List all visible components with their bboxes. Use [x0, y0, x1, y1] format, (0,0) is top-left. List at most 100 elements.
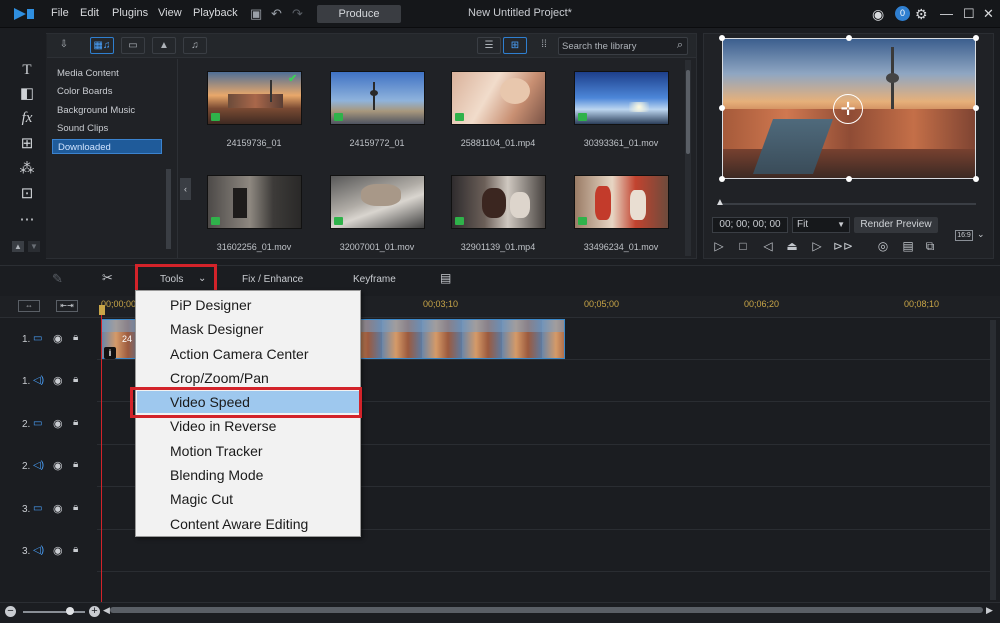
effect-room-icon[interactable]: fx — [18, 109, 36, 127]
minimize-icon[interactable]: — — [940, 6, 953, 22]
category-background-music[interactable]: Background Music — [52, 103, 162, 118]
menu-item-crop-zoom-pan[interactable]: Crop/Zoom/Pan — [137, 367, 359, 389]
fix-enhance-button[interactable]: Fix / Enhance — [242, 274, 303, 285]
eye-icon[interactable]: ◉ — [53, 332, 63, 345]
previous-frame-icon[interactable]: ◁ — [760, 239, 776, 253]
timecode-display[interactable]: 00; 00; 00; 00 — [712, 217, 788, 233]
grid-view-icon[interactable]: ⊞ — [503, 37, 527, 54]
menu-item-action-camera-center[interactable]: Action Camera Center — [137, 343, 359, 365]
audio-filter-icon[interactable]: ♫ — [183, 37, 207, 54]
aspect-ratio-button[interactable]: 16:9 — [955, 230, 973, 241]
notification-icon[interactable]: 0 — [895, 6, 910, 21]
media-thumbnail[interactable] — [207, 175, 302, 229]
tools-menu-highlight[interactable] — [135, 264, 217, 293]
more-options-icon[interactable]: ⁞⁞ — [532, 37, 556, 54]
lock-icon[interactable]: 🔒︎ — [73, 374, 78, 385]
category-downloaded[interactable]: Downloaded — [52, 139, 162, 154]
resize-handle[interactable] — [973, 105, 979, 111]
search-input[interactable]: Search the library ⌕ — [558, 37, 688, 55]
resize-handle[interactable] — [719, 35, 725, 41]
chevron-down-icon[interactable]: ▼ — [28, 241, 40, 252]
video-filter-icon[interactable]: ▭ — [121, 37, 145, 54]
eye-icon[interactable]: ◉ — [53, 374, 63, 387]
category-scrollbar[interactable] — [166, 169, 171, 249]
pen-icon[interactable]: ✎ — [52, 271, 63, 287]
lock-icon[interactable]: 🔒︎ — [73, 459, 78, 470]
media-thumbnail[interactable] — [574, 71, 669, 125]
particle-room-icon[interactable]: ⁂ — [18, 160, 36, 178]
timeline-horizontal-scrollbar[interactable] — [110, 607, 983, 613]
menu-plugins[interactable]: Plugins — [112, 7, 148, 19]
zoom-slider[interactable] — [23, 611, 85, 613]
account-icon[interactable]: ◉ — [872, 6, 884, 22]
media-thumbnail[interactable] — [451, 71, 546, 125]
search-icon[interactable]: ⌕ — [677, 39, 683, 52]
media-thumbnail[interactable] — [330, 71, 425, 125]
library-scrollbar-thumb[interactable] — [686, 70, 690, 154]
image-filter-icon[interactable]: ▲ — [152, 37, 176, 54]
next-frame-icon[interactable]: ▷ — [809, 239, 825, 253]
menu-item-motion-tracker[interactable]: Motion Tracker — [137, 440, 359, 462]
settings-panel-icon[interactable]: ▤ — [900, 239, 916, 253]
playhead-marker[interactable] — [99, 305, 105, 315]
menu-playback[interactable]: Playback — [193, 7, 238, 19]
playhead[interactable] — [101, 305, 102, 605]
notes-icon[interactable]: ▤ — [440, 271, 451, 285]
resize-handle[interactable] — [846, 176, 852, 182]
snapshot-icon[interactable]: ◎ — [875, 239, 891, 253]
lock-icon[interactable]: 🔒︎ — [73, 417, 78, 428]
menu-item-blending-mode[interactable]: Blending Mode — [137, 464, 359, 486]
eye-icon[interactable]: ◉ — [53, 502, 63, 515]
lock-icon[interactable]: 🔒︎ — [73, 544, 78, 555]
play-icon[interactable]: ▷ — [711, 239, 727, 253]
redo-icon[interactable]: ↷ — [292, 6, 303, 22]
menu-item-content-aware-editing[interactable]: Content Aware Editing — [137, 513, 359, 535]
info-icon[interactable]: i — [104, 347, 116, 359]
scissors-icon[interactable]: ✂ — [102, 270, 113, 286]
gear-icon[interactable]: ⚙ — [915, 6, 928, 22]
resize-handle[interactable] — [719, 105, 725, 111]
timeline-vertical-scrollbar[interactable] — [990, 320, 996, 600]
media-thumbnail[interactable] — [330, 175, 425, 229]
category-color-boards[interactable]: Color Boards — [52, 84, 162, 99]
zoom-out-icon[interactable]: − — [5, 606, 16, 617]
chevron-down-icon[interactable]: ⌄ — [977, 229, 985, 240]
close-icon[interactable]: ✕ — [983, 6, 994, 22]
more-icon[interactable]: ⋯ — [18, 211, 36, 229]
stop-icon[interactable]: □ — [735, 239, 751, 253]
track-manager-icon[interactable]: ⇔ — [18, 300, 40, 312]
lock-icon[interactable]: 🔒︎ — [73, 502, 78, 513]
menu-item-pip-designer[interactable]: PiP Designer — [137, 294, 359, 316]
chevron-up-icon[interactable]: ▲ — [12, 241, 24, 252]
menu-item-video-in-reverse[interactable]: Video in Reverse — [137, 415, 359, 437]
scroll-right-icon[interactable]: ▶ — [986, 605, 993, 616]
render-preview-button[interactable]: Render Preview — [854, 217, 938, 233]
split-icon[interactable]: ⏏ — [784, 239, 800, 253]
media-thumbnail[interactable]: ✔ — [207, 71, 302, 125]
zoom-fit-select[interactable]: Fit ▼ — [792, 217, 850, 233]
menu-item-magic-cut[interactable]: Magic Cut — [137, 488, 359, 510]
menu-edit[interactable]: Edit — [80, 7, 99, 19]
media-thumbnail[interactable] — [451, 175, 546, 229]
maximize-icon[interactable]: ☐ — [963, 6, 975, 22]
move-crosshair-icon[interactable]: ✛ — [833, 94, 863, 124]
save-icon[interactable]: ▣ — [250, 6, 262, 22]
eye-icon[interactable]: ◉ — [53, 459, 63, 472]
lock-icon[interactable]: 🔒︎ — [73, 332, 78, 343]
fit-timeline-icon[interactable]: ⇤⇥ — [56, 300, 78, 312]
eye-icon[interactable]: ◉ — [53, 544, 63, 557]
category-media-content[interactable]: Media Content — [52, 66, 162, 81]
media-filter-icon[interactable]: ▦♫ — [90, 37, 114, 54]
app-logo-icon[interactable] — [12, 6, 36, 22]
keyframe-button[interactable]: Keyframe — [353, 274, 396, 285]
collapse-panel-icon[interactable]: ‹ — [180, 178, 191, 200]
preview-video[interactable]: ✛ — [722, 38, 976, 179]
import-media-icon[interactable]: ⇩ — [52, 37, 76, 54]
scroll-left-icon[interactable]: ◀ — [103, 605, 110, 616]
undock-icon[interactable]: ⧉ — [922, 239, 938, 253]
resize-handle[interactable] — [846, 35, 852, 41]
menu-file[interactable]: File — [51, 7, 69, 19]
eye-icon[interactable]: ◉ — [53, 417, 63, 430]
resize-handle[interactable] — [973, 176, 979, 182]
preview-seekbar[interactable] — [722, 203, 976, 205]
